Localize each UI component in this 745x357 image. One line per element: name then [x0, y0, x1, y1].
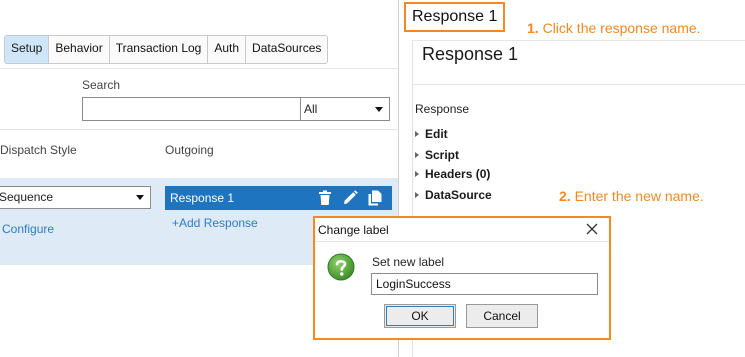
callout-step-2-number: 2.: [559, 188, 571, 204]
search-input[interactable]: [82, 97, 301, 121]
configure-link[interactable]: Configure: [2, 222, 54, 236]
response-item-selected[interactable]: Response 1: [165, 186, 392, 210]
dispatch-style-value: Sequence: [0, 190, 54, 204]
search-label: Search: [82, 78, 121, 92]
tabs-divider: [0, 68, 398, 69]
tree-item-headers[interactable]: Headers (0): [415, 167, 490, 181]
response-title: Response 1: [422, 44, 519, 64]
tree-item-label: Edit: [425, 127, 448, 141]
dialog-title-divider: [315, 241, 609, 242]
tree-item-label: Script: [425, 148, 460, 162]
tree-item-label: Headers (0): [425, 167, 491, 181]
callout-step-1-text: Click the response name.: [542, 20, 701, 36]
callout-step-2: 2. Enter the new name.: [559, 188, 704, 204]
pencil-icon[interactable]: [341, 189, 359, 207]
tab-setup[interactable]: Setup: [5, 36, 50, 63]
ok-button[interactable]: OK: [384, 304, 456, 328]
caret-right-icon: [415, 131, 419, 137]
chevron-down-icon: [136, 195, 144, 200]
search-filter-value: All: [304, 102, 318, 116]
tree-item-datasource[interactable]: DataSource: [415, 188, 492, 202]
chevron-down-icon: [375, 107, 383, 112]
caret-right-icon: [415, 192, 419, 198]
tree-item-script[interactable]: Script: [415, 148, 459, 162]
search-divider: [0, 129, 398, 130]
callout-step-1-number: 1.: [527, 20, 539, 36]
set-label-prompt: Set new label: [372, 255, 445, 269]
close-icon[interactable]: [585, 222, 599, 236]
cancel-button[interactable]: Cancel: [466, 304, 538, 328]
response-name-highlight[interactable]: Response 1: [404, 2, 505, 32]
tree-item-label: DataSource: [425, 188, 492, 202]
dispatch-style-select[interactable]: Sequence: [0, 186, 151, 209]
add-response-link[interactable]: +Add Response: [172, 216, 258, 230]
question-icon: [327, 253, 355, 281]
dialog-title: Change label: [318, 223, 389, 237]
search-filter-select[interactable]: All: [300, 97, 390, 121]
right-header-divider: [413, 40, 745, 41]
title-divider: [413, 84, 745, 85]
trash-icon[interactable]: [316, 189, 334, 207]
callout-step-1: 1. Click the response name.: [527, 20, 701, 36]
tab-behavior[interactable]: Behavior: [49, 36, 110, 63]
tab-transaction-log[interactable]: Transaction Log: [109, 36, 209, 63]
tree-item-edit[interactable]: Edit: [415, 127, 448, 141]
dispatch-style-header: Dispatch Style: [0, 143, 77, 157]
caret-right-icon: [415, 171, 419, 177]
copy-icon[interactable]: [366, 189, 384, 207]
callout-step-2-text: Enter the new name.: [574, 188, 704, 204]
tab-bar: Setup Behavior Transaction Log Auth Data…: [4, 35, 329, 64]
response-section-label: Response: [415, 102, 470, 116]
outgoing-header: Outgoing: [165, 143, 214, 157]
response-item-label: Response 1: [170, 191, 235, 205]
caret-right-icon: [415, 152, 419, 158]
tab-auth[interactable]: Auth: [208, 36, 247, 63]
tab-datasources[interactable]: DataSources: [246, 36, 328, 63]
label-input[interactable]: [371, 273, 598, 295]
